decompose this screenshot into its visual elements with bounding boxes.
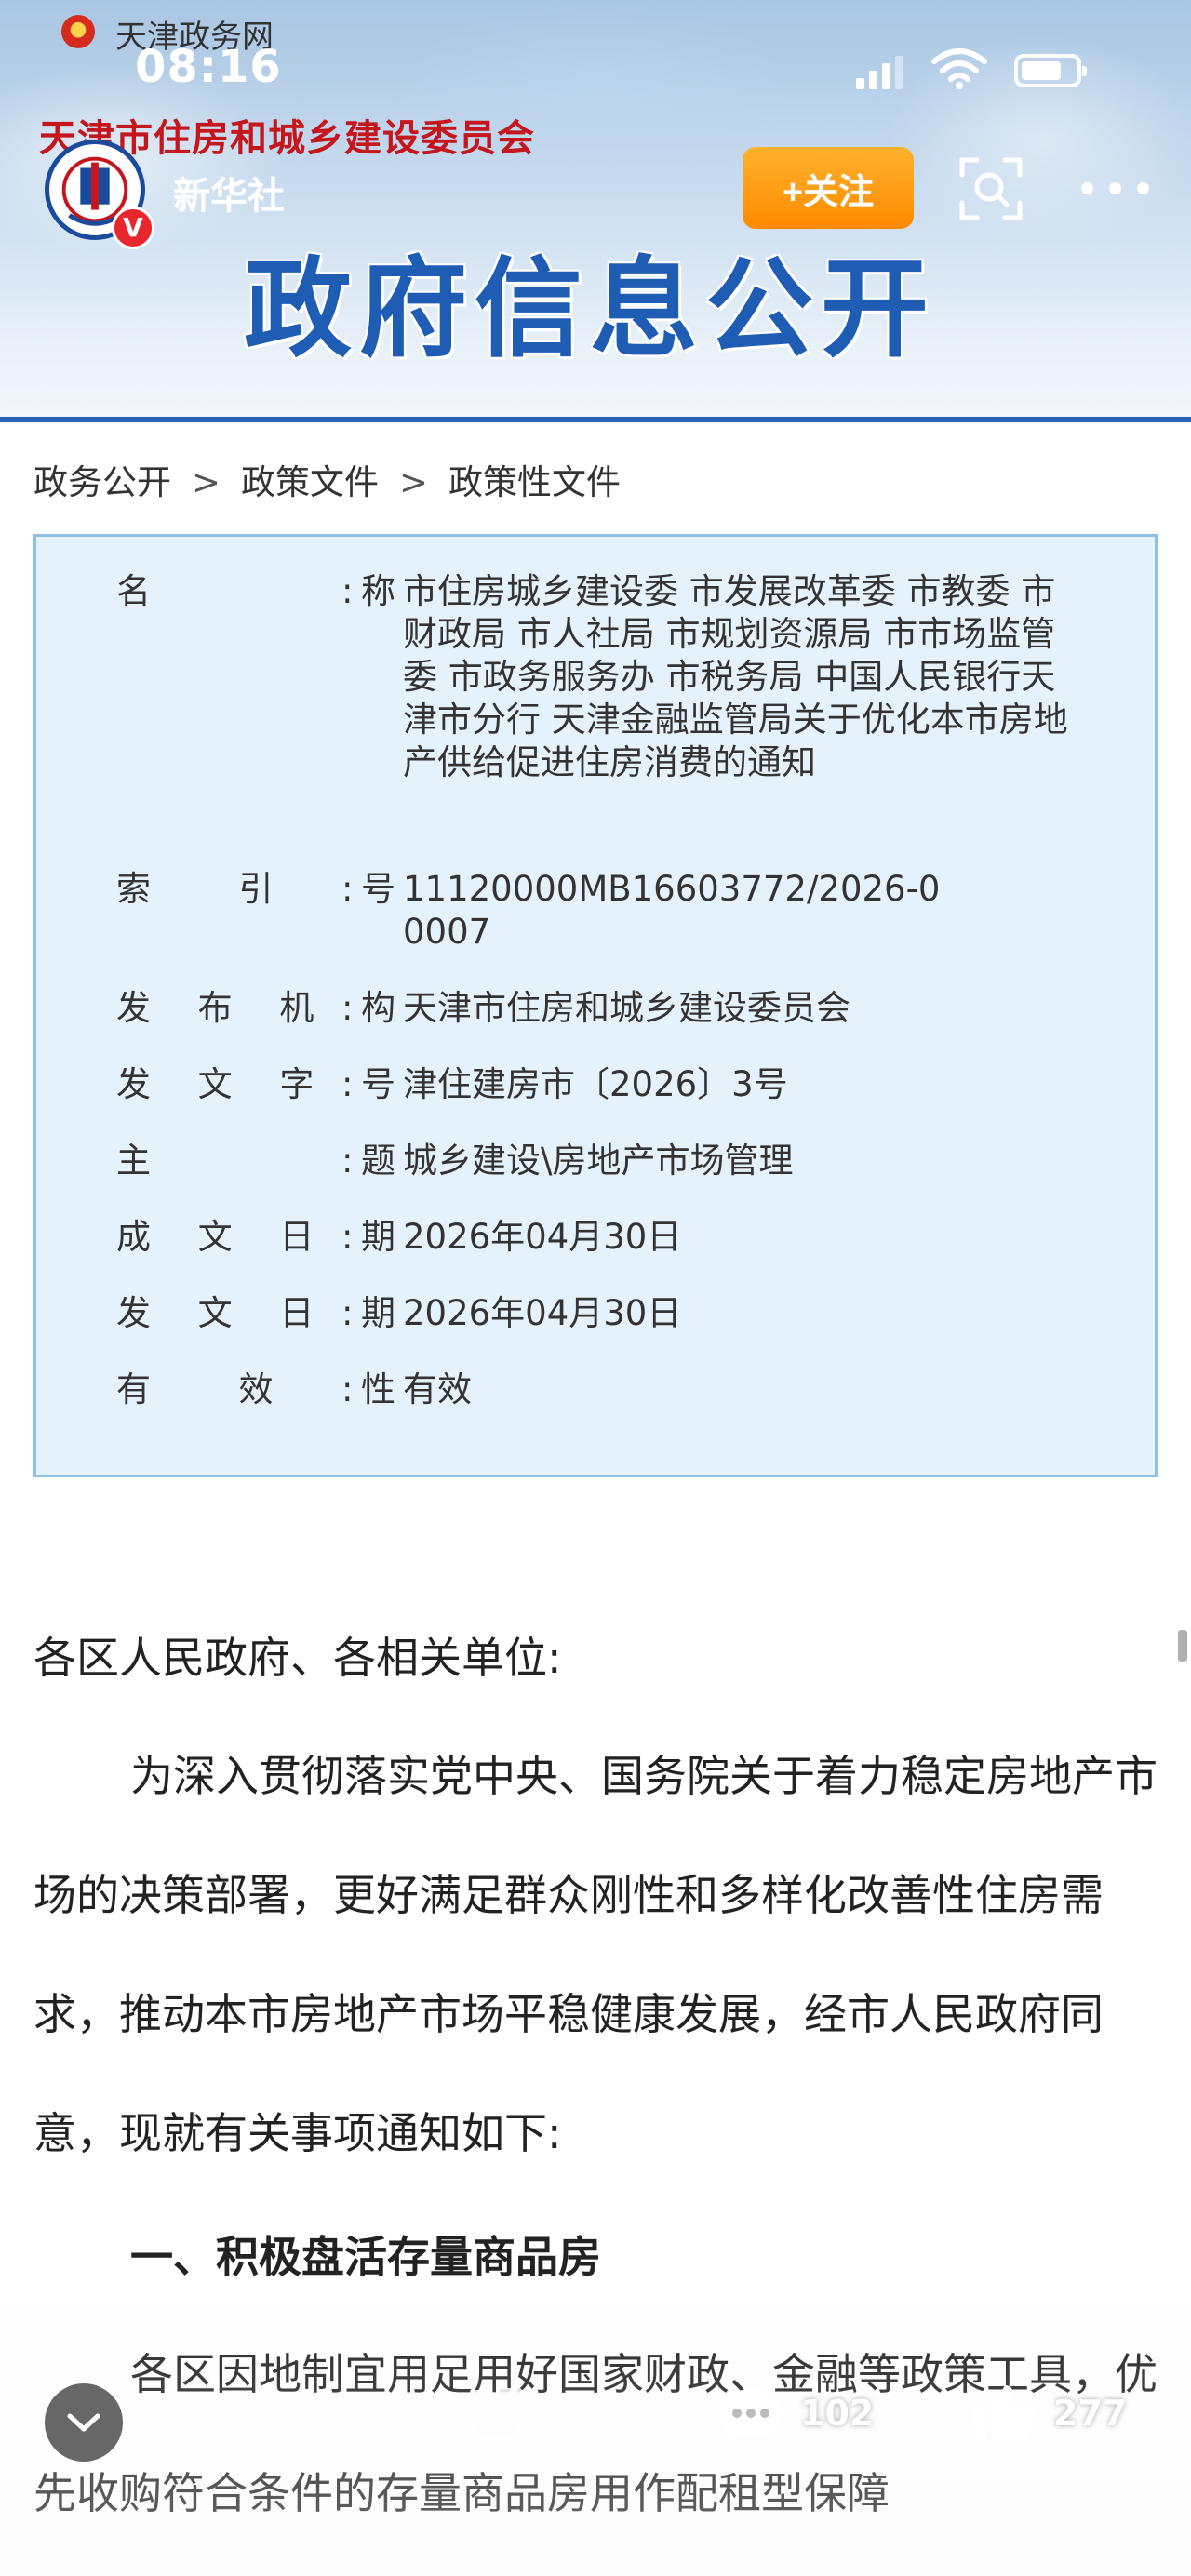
info-colon: : <box>341 1141 354 1181</box>
info-label: 发文日期 <box>116 1293 395 1333</box>
info-label: 索引号 <box>116 869 395 909</box>
comment-count: 102 <box>800 2393 875 2434</box>
info-colon: : <box>341 1217 354 1257</box>
info-label: 发文字号 <box>116 1064 395 1104</box>
info-value-name: 市住房城乡建设委 市发展改革委 市教委 市财政局 市人社局 市规划资源局 市市场… <box>403 571 1068 782</box>
document-info-box: 名称 : 市住房城乡建设委 市发展改革委 市教委 市财政局 市人社局 市规划资源… <box>33 534 1158 1477</box>
salutation: 各区人民政府、各相关单位: <box>33 1633 562 1683</box>
breadcrumb-separator: > <box>399 462 429 502</box>
info-colon: : <box>341 1293 354 1333</box>
emblem-icon <box>61 15 95 48</box>
account-name[interactable]: 新华社 <box>173 166 285 220</box>
share-icon[interactable] <box>462 2382 529 2449</box>
info-value-issuer: 天津市住房和城乡建设委员会 <box>403 988 850 1028</box>
status-bar: 天津政务网 08:16 <box>0 0 1191 93</box>
signal-icon <box>856 56 904 89</box>
scrollbar-thumb[interactable] <box>1178 1630 1187 1662</box>
battery-icon <box>1014 54 1087 87</box>
page-headline: 政府信息公开 <box>244 247 936 372</box>
info-label: 成文日期 <box>116 1217 395 1257</box>
scan-icon[interactable] <box>958 156 1024 221</box>
info-label: 名称 <box>116 571 395 611</box>
info-colon: : <box>341 571 354 611</box>
breadcrumb-item-public-affairs[interactable]: 政务公开 <box>33 462 171 502</box>
info-label: 发布机构 <box>116 988 395 1028</box>
info-value-written-date: 2026年04月30日 <box>403 1217 682 1257</box>
breadcrumb-item-policy-documents[interactable]: 政策文件 <box>241 462 379 502</box>
wifi-icon <box>931 48 987 89</box>
paragraph-intro: 为深入贯彻落实党中央、国务院关于着力稳定房地产市场的决策部署，更好满足群众刚性和… <box>33 1751 1158 2158</box>
follow-button[interactable]: +关注 <box>743 147 914 229</box>
verified-badge: V <box>112 207 154 249</box>
info-label: 主题 <box>116 1141 395 1181</box>
info-colon: : <box>341 1064 354 1104</box>
info-colon: : <box>341 869 354 909</box>
like-count: 277 <box>1053 2393 1128 2434</box>
info-colon: : <box>341 1369 354 1409</box>
banner-divider <box>0 417 1191 422</box>
info-colon: : <box>341 988 354 1028</box>
clock: 08:16 <box>135 41 282 93</box>
info-value-subject: 城乡建设\房地产市场管理 <box>403 1141 794 1181</box>
collapse-button[interactable] <box>45 2383 123 2462</box>
info-value-issue-date: 2026年04月30日 <box>403 1293 682 1333</box>
breadcrumb-separator: > <box>192 462 221 502</box>
breadcrumb: 政务公开 > 政策文件 > 政策性文件 <box>33 454 621 504</box>
info-value-index: 11120000MB16603772/2026-00007 <box>403 869 941 952</box>
breadcrumb-item-policy-files[interactable]: 政策性文件 <box>448 462 621 502</box>
info-value-validity: 有效 <box>403 1369 472 1409</box>
info-value-doc-number: 津住建房市〔2026〕3号 <box>403 1064 788 1104</box>
info-label: 有效性 <box>116 1369 395 1409</box>
comment-icon[interactable] <box>716 2385 785 2447</box>
section-heading: 一、积极盘活存量商品房 <box>130 2232 601 2282</box>
like-icon[interactable] <box>970 2378 1038 2447</box>
more-icon[interactable] <box>1081 182 1152 195</box>
chevron-down-icon <box>67 2413 100 2432</box>
